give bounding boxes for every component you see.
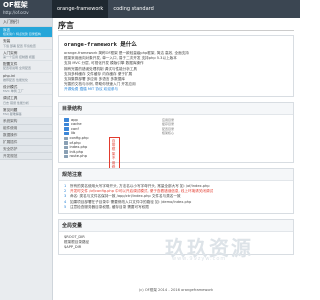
folder-icon — [64, 127, 69, 131]
nav-coding-standard[interactable]: coding standard — [108, 0, 158, 18]
intro-panel: orange-framework 是什么 orange-framework 简称… — [58, 35, 294, 97]
sidebar-item-patterns[interactable]: 设计模式 MVC 单例 工厂 — [0, 84, 52, 96]
sidebar-item-debug[interactable]: 调试工具 日志 错误 性能分析 — [0, 95, 52, 107]
sidebar-group-data[interactable]: 数据操作 — [0, 132, 52, 140]
sidebar-heading: 入门指引 — [0, 18, 52, 27]
sidebar-item-preface[interactable]: 序言 框架简介 特点优势 目录结构 — [0, 27, 52, 39]
sidebar-item-desc: 下载 部署 配置 环境检查 — [3, 43, 36, 48]
nav-orange-framework[interactable]: orange-framework — [52, 0, 109, 18]
global-panel-title: 全局变量 — [59, 219, 293, 232]
dir-panel: 目录结构 app 应用目录 cache 缓存目录 conf 配置目录 lib 框架核心 … — [58, 101, 294, 176]
dir-panel-title: 目录结构 — [59, 102, 293, 115]
note-text: 所有的类名使用大写字母开头, 方法名以小写字母开头, 常量全部大写 如: /of… — [70, 183, 210, 188]
folder-icon — [64, 131, 69, 136]
sidebar-item-php-ini[interactable]: php.ini 推荐配置 性能优化 — [0, 73, 52, 85]
sidebar-item-desc: FAQ 疑难解答 — [3, 112, 22, 117]
dir-desc: 框架核心 — [161, 131, 174, 136]
note-item: 5 注意检查服务器目录权限, 缓存目录 需要可写权限 — [64, 204, 149, 209]
top-nav: orange-framework coding standard — [52, 0, 159, 18]
sidebar-item-desc: MVC 单例 工厂 — [3, 89, 24, 94]
file-icon — [64, 136, 68, 141]
top-bar: OF框架 http://of.orzv orange-framework cod… — [0, 0, 300, 18]
sidebar-group-components[interactable]: 组件使用 — [0, 125, 52, 133]
folder-icon — [64, 122, 69, 127]
intro-heading: orange-framework 是什么 — [64, 42, 137, 48]
intro-line: 开源免费 遵循 MIT 协议 欢迎参与 — [64, 87, 119, 92]
sidebar-group-plugins[interactable]: 扩展插件 — [0, 139, 52, 147]
folder-icon — [64, 118, 69, 122]
notes-panel-title: 规范注意 — [59, 168, 293, 181]
sidebar-item-desc: 框架简介 特点优势 目录结构 — [3, 32, 41, 37]
sidebar-item-desc: 第一个应用 控制器 视图 — [3, 55, 35, 60]
file-icon — [64, 145, 68, 150]
sidebar: 入门指引 序言 框架简介 特点优势 目录结构 安装 下载 部署 配置 环境检查 … — [0, 18, 53, 300]
footer: (c) OF框架 2014 - 2016 orangeframework — [138, 288, 214, 292]
sidebar-group-standards[interactable]: 开发规范 — [0, 153, 52, 161]
note-text: 开发时文件 /of/config.php 中可以开启调试模式, 便于查看错误信息… — [70, 189, 214, 194]
file-name: route.php — [69, 154, 87, 159]
note-text: 注意检查服务器目录权限, 缓存目录 需要可写权限 — [70, 204, 149, 209]
sidebar-item-getting-started[interactable]: 入门实例 第一个应用 控制器 视图 — [0, 50, 52, 62]
sidebar-item-config[interactable]: 配置文件 配置项说明 全局配置 — [0, 61, 52, 73]
file-icon — [64, 150, 68, 154]
file-icon — [64, 141, 68, 145]
notes-panel: 规范注意 1 所有的类名使用大写字母开头, 方法名以小写字母开头, 常量全部大写 … — [58, 167, 294, 214]
sidebar-group-architecture[interactable]: 系统架构 — [0, 118, 52, 126]
logo[interactable]: OF框架 — [3, 1, 28, 9]
sidebar-item-install[interactable]: 安装 下载 部署 配置 环境检查 — [0, 38, 52, 50]
dir-tree: app 应用目录 cache 缓存目录 conf 配置目录 lib 框架核心 confi… — [59, 115, 179, 176]
sidebar-item-desc: 推荐配置 性能优化 — [3, 77, 28, 82]
sidebar-item-desc: 日志 错误 性能分析 — [3, 100, 29, 105]
page-title: 序言 — [58, 20, 294, 31]
watermark-subtitle: www.99zyw.com — [172, 256, 227, 262]
file-icon — [64, 154, 68, 159]
note-text: 命名: 类名与文件名保持一致 /app/ctrl/index.php 文件名与类… — [70, 194, 181, 199]
logo-subtitle: http://of.orzv — [3, 10, 29, 15]
sidebar-item-faq[interactable]: 常见问题 FAQ 疑难解答 — [0, 107, 52, 119]
sidebar-group-security[interactable]: 安全防护 — [0, 146, 52, 154]
note-text: 如果项目部署在子目录中 需要修改入口文件中的路径 如: /demo/index.… — [70, 199, 192, 204]
sidebar-item-desc: 配置项说明 全局配置 — [3, 66, 31, 71]
